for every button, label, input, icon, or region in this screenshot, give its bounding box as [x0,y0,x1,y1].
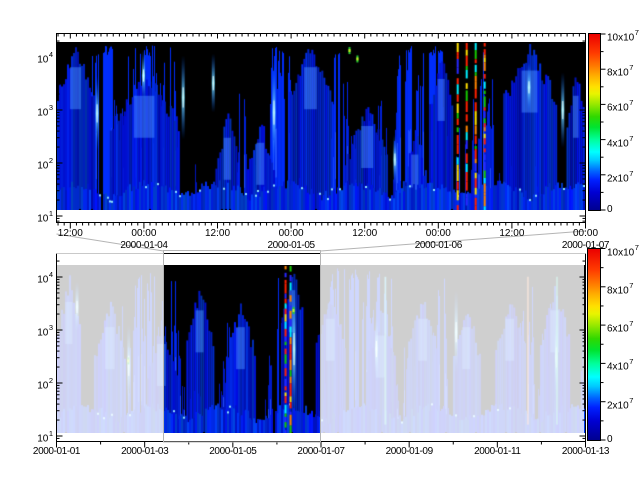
x-tick-label: 00:00 [418,228,458,240]
colorbar-tick-label: 4x107 [607,357,633,373]
colorbar-tick-label: 4x107 [607,134,633,150]
colorbar-tick-label: 0 [607,204,613,216]
y-tick-label: 103 [18,103,53,119]
y-tick-label: 103 [18,323,53,339]
x-date-label: 2000-01-05 [205,446,261,458]
colorbar-tick-label: 0 [607,434,613,446]
x-date-label: 2000-01-03 [117,446,173,458]
colorbar-tick-label: 10x107 [607,28,639,44]
x-date-label: 2000-01-01 [29,446,85,458]
y-tick-label: 101 [18,429,53,445]
axis-labels-layer: 12:0000:002000-01-0412:0000:002000-01-05… [0,0,640,480]
x-date-label: 2000-01-13 [558,446,614,458]
colorbar-tick-label: 6x107 [607,319,633,335]
colorbar-tick-label: 8x107 [607,63,633,79]
colorbar-tick-label: 10x107 [607,243,639,259]
x-tick-label: 12:00 [50,228,90,240]
x-date-label: 2000-01-07 [558,240,614,252]
x-date-label: 2000-01-07 [293,446,349,458]
colorbar-tick-label: 8x107 [607,281,633,297]
colorbar-tick-label: 2x107 [607,396,633,412]
x-tick-label: 12:00 [492,228,532,240]
x-date-label: 2000-01-09 [381,446,437,458]
x-tick-label: 12:00 [345,228,385,240]
x-tick-label: 00:00 [566,228,606,240]
x-tick-label: 00:00 [124,228,164,240]
y-tick-label: 104 [18,270,53,286]
x-date-label: 2000-01-11 [469,446,525,458]
x-tick-label: 00:00 [271,228,311,240]
spectrogram-figure: 12:0000:002000-01-0412:0000:002000-01-05… [0,0,640,480]
x-date-label: 2000-01-06 [410,240,466,252]
y-tick-label: 104 [18,50,53,66]
colorbar-tick-label: 6x107 [607,98,633,114]
y-tick-label: 102 [18,156,53,172]
x-date-label: 2000-01-04 [116,240,172,252]
x-date-label: 2000-01-05 [263,240,319,252]
x-tick-label: 12:00 [198,228,238,240]
y-tick-label: 101 [18,209,53,225]
y-tick-label: 102 [18,376,53,392]
colorbar-tick-label: 2x107 [607,169,633,185]
